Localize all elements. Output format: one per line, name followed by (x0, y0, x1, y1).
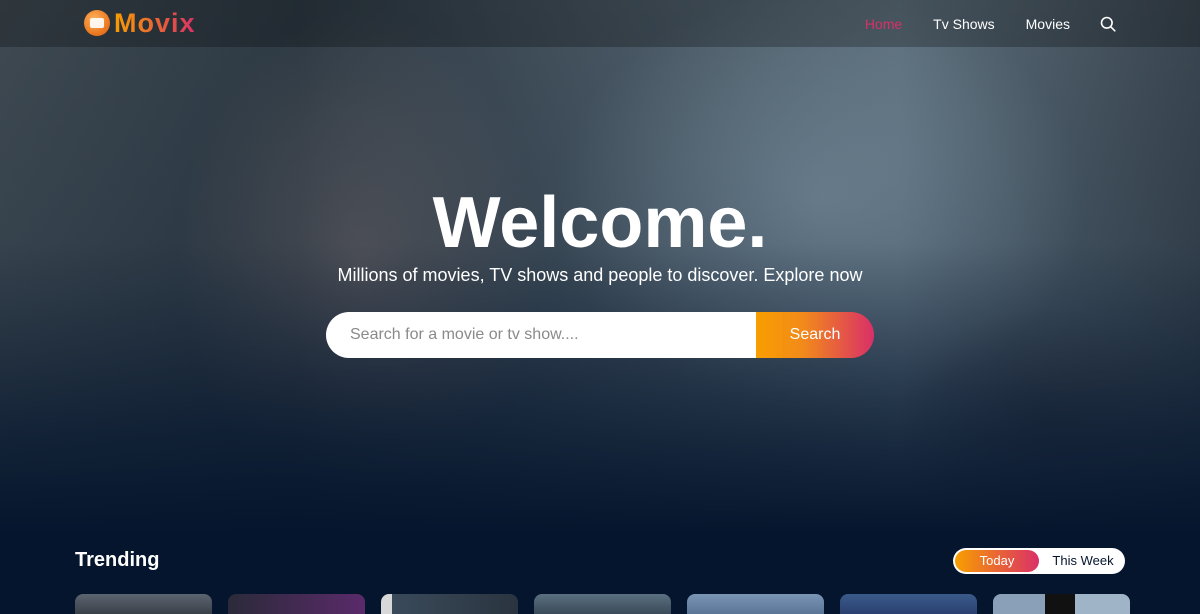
logo-text: Movix (114, 7, 196, 38)
trending-card-poster[interactable] (534, 594, 671, 614)
main-nav: Home Tv Shows Movies (834, 0, 1116, 47)
site-header: Movix Home Tv Shows Movies (0, 0, 1200, 47)
search-icon[interactable] (1100, 16, 1116, 32)
trending-card-poster[interactable] (228, 594, 365, 614)
trending-card-poster[interactable] (840, 594, 977, 614)
nav-item-home[interactable]: Home (865, 16, 902, 32)
search-button[interactable]: Search (756, 312, 874, 358)
search-input[interactable] (326, 312, 756, 358)
hero-gradient-overlay (0, 0, 1200, 608)
trending-card-poster[interactable] (75, 594, 212, 614)
hero-title: Welcome. (432, 183, 768, 263)
trending-time-switch: Today This Week (953, 548, 1125, 574)
trending-card-poster[interactable] (687, 594, 824, 614)
logo-icon (84, 10, 110, 36)
trending-card-poster[interactable] (993, 594, 1130, 614)
hero-subtitle: Millions of movies, TV shows and people … (337, 265, 863, 285)
logo[interactable]: Movix (84, 8, 196, 38)
trending-card-poster[interactable] (381, 594, 518, 614)
trending-section-title: Trending (75, 549, 160, 571)
nav-item-tv-shows[interactable]: Tv Shows (933, 16, 994, 32)
tab-today[interactable]: Today (955, 550, 1039, 572)
tab-this-week[interactable]: This Week (1041, 550, 1125, 572)
trending-carousel (75, 594, 1130, 614)
hero-search-bar: Search (326, 312, 874, 358)
nav-item-movies[interactable]: Movies (1026, 16, 1070, 32)
